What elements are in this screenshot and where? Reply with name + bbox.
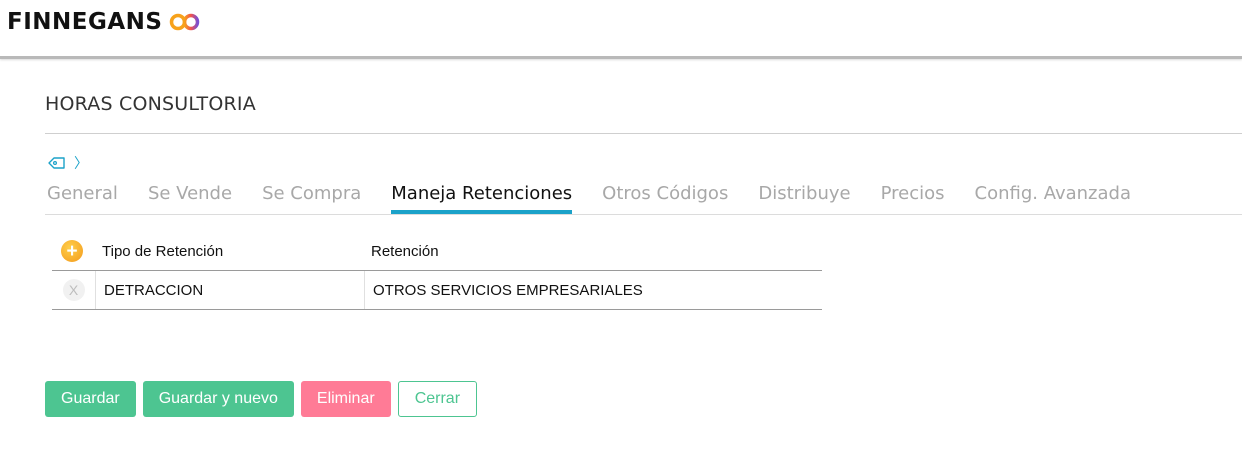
brand-name: FINNEGANS — [7, 9, 163, 35]
title-divider — [45, 133, 1242, 134]
cell-tipo[interactable]: DETRACCION — [96, 271, 365, 309]
breadcrumb: 〉 — [48, 153, 88, 173]
add-row-button[interactable]: + — [61, 240, 83, 262]
tab-bar: General Se Vende Se Compra Maneja Retenc… — [45, 181, 1242, 215]
tab-otros-codigos[interactable]: Otros Códigos — [602, 181, 728, 212]
brand[interactable]: FINNEGANS — [7, 9, 202, 35]
tab-precios[interactable]: Precios — [881, 181, 945, 212]
page-title: HORAS CONSULTORIA — [45, 93, 256, 115]
table-row: X DETRACCION OTROS SERVICIOS EMPRESARIAL… — [52, 271, 822, 310]
tab-distribuye[interactable]: Distribuye — [758, 181, 850, 212]
save-and-new-button[interactable]: Guardar y nuevo — [142, 381, 294, 417]
save-button[interactable]: Guardar — [45, 381, 136, 417]
tab-se-vende[interactable]: Se Vende — [148, 181, 232, 212]
delete-button[interactable]: Eliminar — [300, 381, 391, 417]
tab-general[interactable]: General — [47, 181, 118, 212]
infinity-logo-icon — [170, 13, 200, 31]
tab-maneja-retenciones[interactable]: Maneja Retenciones — [391, 181, 573, 214]
row-delete-cell: X — [52, 271, 96, 309]
retenciones-grid: + Tipo de Retención Retención X DETRACCI… — [52, 232, 822, 310]
top-bar: FINNEGANS — [0, 0, 1242, 59]
tab-se-compra[interactable]: Se Compra — [262, 181, 361, 212]
grid-header: + Tipo de Retención Retención — [52, 232, 822, 271]
action-bar: Guardar Guardar y nuevo Eliminar Cerrar — [45, 381, 478, 417]
chevron-right-icon[interactable]: 〉 — [74, 153, 88, 173]
column-header-retencion: Retención — [371, 242, 439, 260]
tab-config-avanzada[interactable]: Config. Avanzada — [975, 181, 1131, 212]
close-button[interactable]: Cerrar — [397, 381, 478, 417]
cell-retencion[interactable]: OTROS SERVICIOS EMPRESARIALES — [365, 271, 643, 309]
column-header-tipo: Tipo de Retención — [102, 242, 224, 260]
delete-row-button[interactable]: X — [62, 279, 85, 301]
tag-icon[interactable] — [48, 156, 66, 170]
